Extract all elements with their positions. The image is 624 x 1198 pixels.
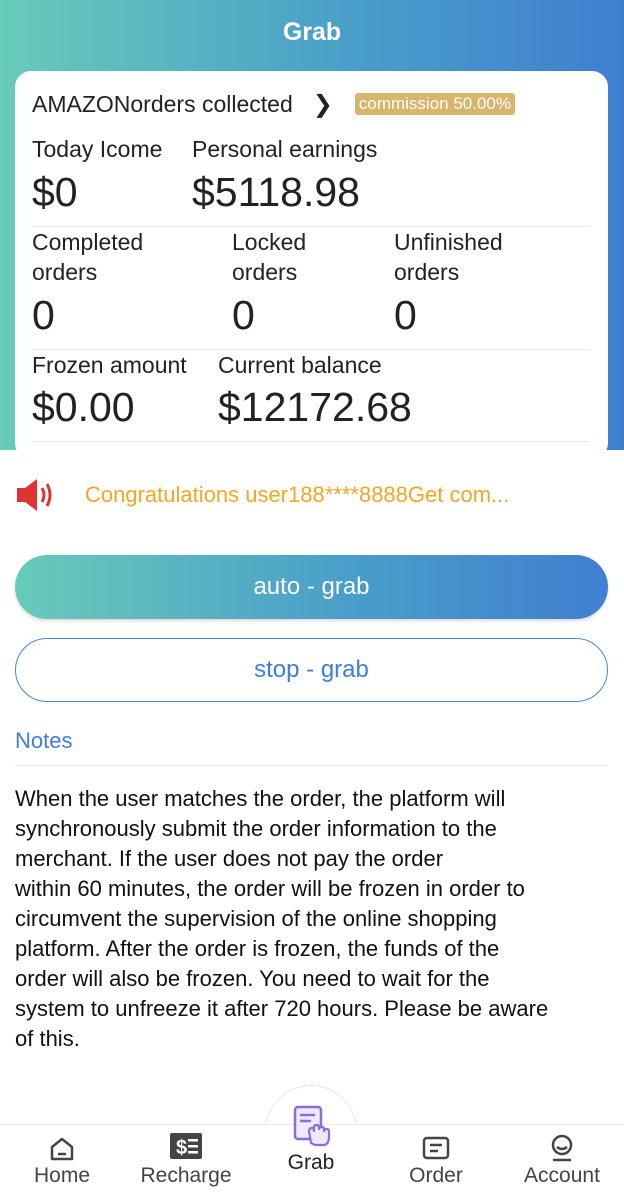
tab-home-label: Home (33, 1164, 91, 1187)
notes-title: Notes (15, 728, 73, 753)
grab-icon (293, 1105, 331, 1147)
current-balance-label: Current balance (218, 352, 382, 378)
tab-order[interactable]: Order (374, 1132, 498, 1188)
divider (32, 441, 590, 442)
tab-grab[interactable]: Grab (261, 1103, 361, 1175)
completed-orders-value: 0 (32, 292, 55, 338)
current-balance-value: $12172.68 (218, 384, 412, 430)
card-title: AMAZONorders collected (32, 90, 293, 117)
home-icon (50, 1137, 74, 1161)
stats-card: AMAZONorders collected ❯ commission 50.0… (15, 71, 608, 459)
locked-orders-value: 0 (232, 292, 255, 338)
frozen-amount-value: $0.00 (32, 384, 135, 430)
speaker-icon (17, 479, 52, 511)
recharge-icon: $ (170, 1133, 202, 1159)
tab-grab-label: Grab (287, 1151, 335, 1174)
commission-badge: commission 50.00% (354, 93, 515, 115)
unfinished-orders-label: Unfinished orders (394, 229, 503, 285)
order-icon (422, 1136, 450, 1160)
personal-earnings-label: Personal earnings (192, 136, 378, 162)
tab-recharge[interactable]: $ Recharge (124, 1132, 248, 1188)
tab-account[interactable]: Account (500, 1132, 624, 1188)
locked-orders-label: Locked orders (232, 229, 307, 285)
page-title: Grab (282, 18, 342, 46)
divider (15, 765, 608, 766)
tab-home[interactable]: Home (0, 1132, 124, 1188)
card-header[interactable]: AMAZONorders collected ❯ commission 50.0… (32, 89, 515, 119)
frozen-amount-label: Frozen amount (32, 352, 187, 378)
today-income-value: $0 (32, 169, 78, 215)
announcement-text: Congratulations user188****8888Get com..… (85, 482, 510, 507)
auto-grab-button[interactable]: auto - grab (15, 555, 608, 619)
tab-order-label: Order (409, 1164, 463, 1187)
chevron-right-icon[interactable]: ❯ (313, 90, 333, 119)
personal-earnings-value: $5118.98 (192, 169, 360, 215)
tab-account-label: Account (524, 1164, 600, 1187)
account-icon (551, 1134, 573, 1162)
today-income-label: Today Icome (32, 136, 163, 162)
notes-body: When the user matches the order, the pla… (15, 786, 549, 1051)
tab-recharge-label: Recharge (140, 1164, 232, 1187)
svg-text:$: $ (176, 1137, 187, 1159)
stop-grab-button[interactable]: stop - grab (15, 638, 608, 702)
completed-orders-label: Completed orders (32, 229, 144, 285)
unfinished-orders-value: 0 (394, 292, 417, 338)
announcement-marquee: Congratulations user188****8888Get com..… (15, 476, 609, 514)
